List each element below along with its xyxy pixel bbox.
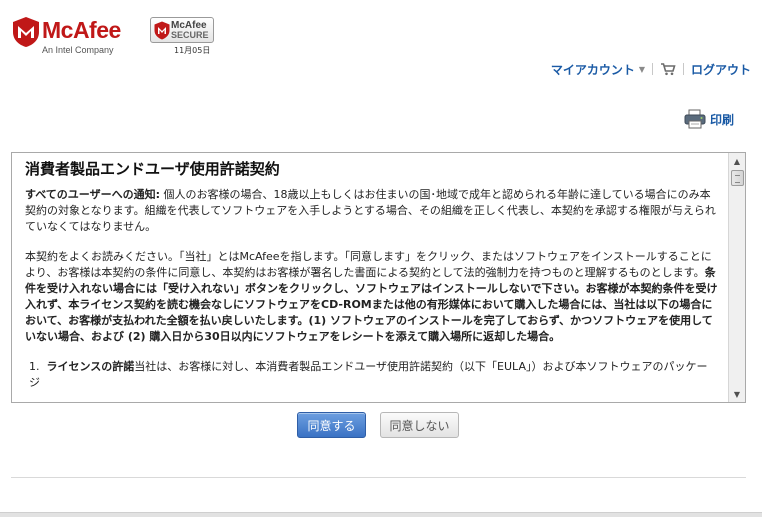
eula-content: 消費者製品エンドユーザ使用許諾契約 すべてのユーザーへの通知: 個人のお客様の場…	[12, 153, 728, 402]
mcafee-logo: McAfee An Intel Company	[10, 12, 140, 58]
scroll-thumb[interactable]	[731, 170, 744, 186]
secure-badge-line2: SECURE	[171, 30, 209, 40]
printer-icon	[684, 109, 706, 129]
secure-badge-box: McAfee SECURE	[150, 17, 214, 43]
eula-section-1: 1. ライセンスの許諾当社は、お客様に対し、本消費者製品エンドユーザ使用許諾契約…	[25, 359, 718, 391]
eula-section-number: 1.	[29, 360, 40, 373]
nav-separator	[682, 63, 684, 75]
top-navigation: マイアカウント ▼ ログアウト	[551, 61, 751, 77]
mcafee-secure-badge[interactable]: McAfee SECURE 11月05日	[150, 17, 216, 57]
print-link[interactable]: 印刷	[684, 109, 734, 129]
brand-name: McAfee	[42, 17, 121, 43]
scroll-down-arrow-icon[interactable]: ▼	[729, 386, 745, 402]
my-account-link[interactable]: マイアカウント	[551, 61, 635, 78]
window-bottom-edge	[0, 512, 762, 517]
secure-shield-icon	[154, 21, 170, 40]
secure-badge-date: 11月05日	[174, 46, 211, 55]
eula-textbox[interactable]: 消費者製品エンドユーザ使用許諾契約 すべてのユーザーへの通知: 個人のお客様の場…	[11, 152, 746, 403]
eula-notice-label: すべてのユーザーへの通知:	[25, 188, 160, 201]
nav-separator	[651, 63, 653, 75]
decline-button[interactable]: 同意しない	[380, 412, 459, 438]
cart-icon[interactable]	[660, 62, 676, 76]
eula-scrollbar[interactable]: ▲ ▼	[728, 153, 745, 402]
print-label: 印刷	[709, 112, 734, 127]
eula-notice-paragraph: すべてのユーザーへの通知: 個人のお客様の場合、18歳以上もしくはお住まいの国･…	[25, 187, 718, 235]
logout-link[interactable]: ログアウト	[691, 61, 751, 78]
chevron-down-icon[interactable]: ▼	[639, 65, 645, 74]
agree-button[interactable]: 同意する	[297, 412, 366, 438]
eula-agreement-text: 本契約をよくお読みください。「当社」とはMcAfeeを指します。「同意します」を…	[25, 250, 712, 279]
footer-divider	[11, 477, 746, 478]
eula-agreement-paragraph: 本契約をよくお読みください。「当社」とはMcAfeeを指します。「同意します」を…	[25, 249, 718, 345]
eula-section-heading: ライセンスの許諾	[46, 360, 135, 373]
mcafee-shield-icon	[13, 17, 39, 47]
eula-title: 消費者製品エンドユーザ使用許諾契約	[25, 160, 280, 178]
brand-tagline: An Intel Company	[42, 45, 114, 55]
scroll-up-arrow-icon[interactable]: ▲	[729, 153, 745, 169]
